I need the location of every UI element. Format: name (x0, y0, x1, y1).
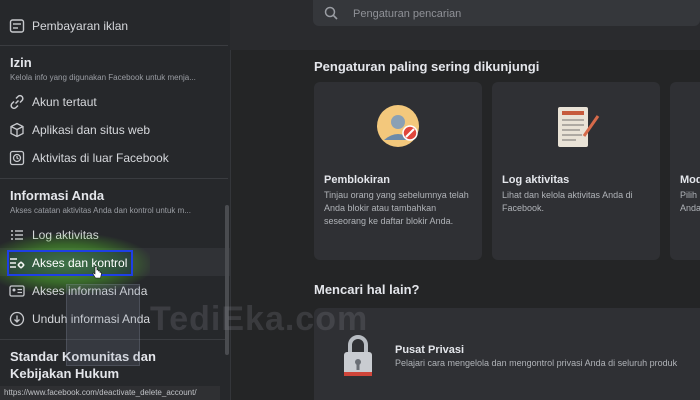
sidebar-item-label: Aktivitas di luar Facebook (32, 151, 169, 165)
card-privacy-center[interactable]: Pusat Privasi Pelajari cara mengelola da… (314, 308, 700, 400)
id-card-icon (8, 282, 26, 300)
section-subtitle-permissions: Kelola info yang digunakan Facebook untu… (10, 73, 196, 82)
sidebar-item-off-facebook-activity[interactable]: Aktivitas di luar Facebook (8, 145, 220, 171)
card-partial[interactable]: Mod Pilih n Anda (670, 82, 700, 260)
list-gear-icon (8, 254, 26, 272)
sidebar-item-label: Akses dan kontrol (32, 256, 128, 270)
watermark-logo (66, 284, 140, 366)
cube-icon (8, 121, 26, 139)
card-title: Pemblokiran (324, 174, 391, 186)
divider (0, 45, 228, 46)
sidebar-item-label: Akun tertaut (32, 95, 97, 109)
lock-icon (340, 334, 376, 378)
frequent-settings-heading: Pengaturan paling sering dikunjungi (314, 59, 540, 74)
looking-for-more-heading: Mencari hal lain? (314, 282, 420, 297)
sidebar-item-label: Pembayaran iklan (32, 19, 129, 33)
download-icon (8, 310, 26, 328)
sidebar-item-label: Aplikasi dan situs web (32, 123, 151, 137)
search-icon (323, 5, 339, 21)
history-icon (8, 149, 26, 167)
divider (0, 178, 228, 179)
card-activity-log[interactable]: Log aktivitas Lihat dan kelola aktivitas… (492, 82, 660, 260)
search-input[interactable] (351, 4, 655, 24)
browser-status-url: https://www.facebook.com/deactivate_dele… (0, 386, 220, 400)
section-subtitle-your-information: Akses catatan aktivitas Anda dan kontrol… (10, 206, 191, 215)
activity-log-illustration-icon (492, 102, 660, 162)
card-description: Pilih n Anda (680, 190, 700, 213)
section-title-your-information: Informasi Anda (10, 188, 105, 203)
card-title: Mod (680, 174, 700, 186)
card-title: Log aktivitas (502, 174, 570, 186)
sidebar-item-ad-payments[interactable]: Pembayaran iklan (8, 13, 220, 39)
card-description: Pelajari cara mengelola dan mengontrol p… (395, 358, 678, 368)
card-blocking[interactable]: Pemblokiran Tinjau orang yang sebelumnya… (314, 82, 482, 260)
card-description: Lihat dan kelola aktivitas Anda di Faceb… (502, 190, 633, 213)
section-title-permissions: Izin (10, 55, 32, 70)
billing-icon (8, 17, 26, 35)
card-title: Pusat Privasi (395, 344, 465, 356)
sidebar-item-linked-accounts[interactable]: Akun tertaut (8, 89, 220, 115)
sidebar-item-apps-websites[interactable]: Aplikasi dan situs web (8, 117, 220, 143)
blocking-illustration-icon (314, 102, 482, 162)
link-icon (8, 93, 26, 111)
settings-search[interactable] (313, 0, 700, 26)
sidebar-item-access-and-control[interactable]: Akses dan kontrol (8, 250, 220, 276)
watermark-text: TediEka.com (150, 300, 369, 338)
card-description: Tinjau orang yang sebelumnya telah Anda … (324, 190, 469, 226)
mouse-cursor-icon (92, 266, 102, 279)
